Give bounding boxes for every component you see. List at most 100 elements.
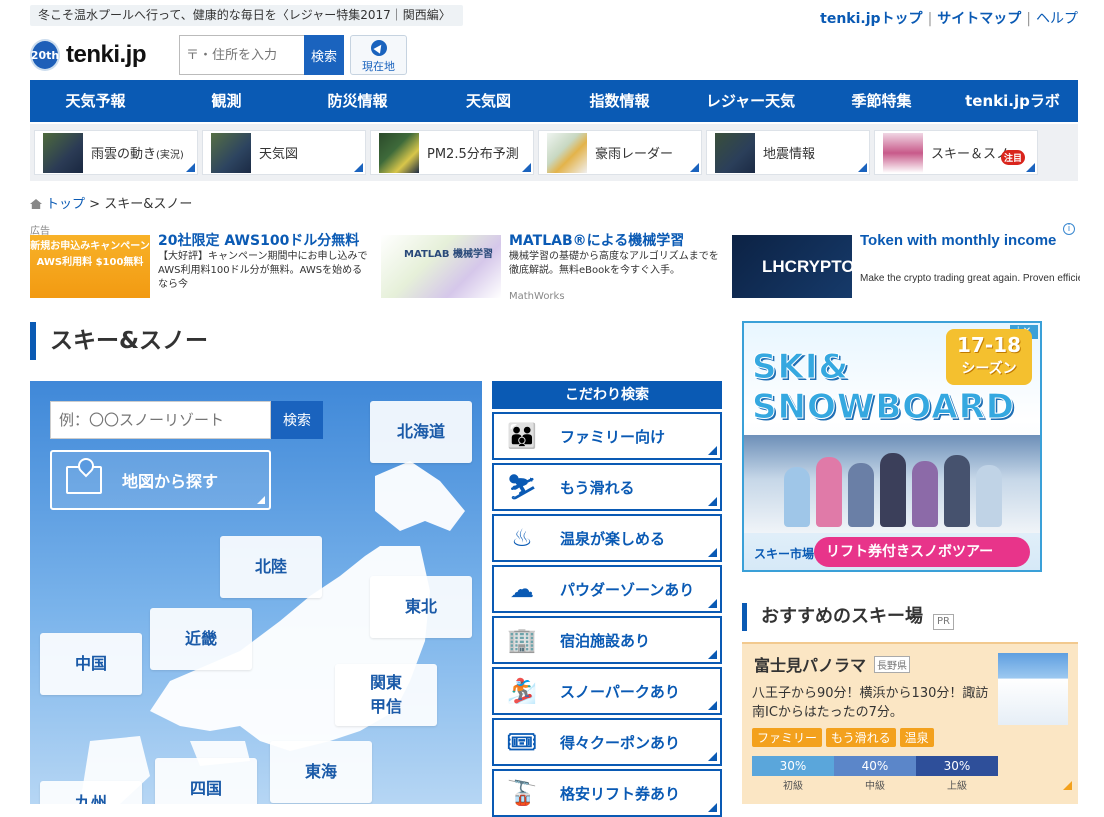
corner-arrow-icon xyxy=(708,701,717,710)
corner-arrow-icon xyxy=(708,548,717,557)
banner-tour-button[interactable]: リフト券付きスノボツアー xyxy=(814,537,1030,567)
region-hokuriku[interactable]: 北陸 xyxy=(220,536,322,598)
region-map: 検索 地図から探す 北海道 北陸 東北 近畿 中国 関東甲信 東海 四国 九州 xyxy=(30,381,482,804)
resort-name[interactable]: 富士見パノラマ 長野県 xyxy=(754,652,911,676)
skiers-photo xyxy=(744,435,1040,533)
subnav-heavy-rain-radar[interactable]: 豪雨レーダー xyxy=(538,130,702,175)
region-kanto-koshin[interactable]: 関東 甲信 xyxy=(335,664,437,726)
corner-arrow-icon xyxy=(708,497,717,506)
kodawari-lodging[interactable]: 🏢 宿泊施設あり xyxy=(492,616,722,664)
map-pin-icon xyxy=(66,466,102,494)
kodawari-cheap-lift[interactable]: 🚡 格安リフト券あり xyxy=(492,769,722,817)
skier-icon: ⛷ xyxy=(506,473,538,501)
corner-arrow-icon xyxy=(708,803,717,812)
ad-aws-title[interactable]: 20社限定 AWS100ドル分無料 xyxy=(158,230,359,250)
ski-snow-thumb xyxy=(883,132,923,173)
resort-search-input[interactable] xyxy=(50,401,271,439)
resort-search: 検索 xyxy=(50,401,323,439)
ski-tour-banner[interactable]: i ✕ SKI&SNOWBOARD 17-18シーズン スキー市場 リフト券付き… xyxy=(742,321,1042,572)
subnav-rain-cloud[interactable]: 雨雲の動き(実況) xyxy=(34,130,198,175)
subnav-weather-map[interactable]: 天気図 xyxy=(202,130,366,175)
top-notice-link[interactable]: 冬こそ温水プールへ行って、健康的な毎日を〈レジャー特集2017｜関西編〉 xyxy=(30,5,463,26)
ad-matlab-title[interactable]: MATLAB®による機械学習 xyxy=(509,230,684,250)
region-kinki[interactable]: 近畿 xyxy=(150,608,252,670)
kodawari-family[interactable]: 👪 ファミリー向け xyxy=(492,412,722,460)
snowboarder-icon: 🏂 xyxy=(507,677,537,705)
page-title: スキー&スノー xyxy=(30,322,208,360)
corner-arrow-icon xyxy=(708,599,717,608)
lift-icon: 🚡 xyxy=(507,779,537,807)
region-tohoku[interactable]: 東北 xyxy=(370,576,472,638)
gnav-disaster[interactable]: 防災情報 xyxy=(292,80,423,122)
kodawari-label: 温泉が楽しめる xyxy=(560,529,666,548)
ad-matlab-image[interactable]: MATLAB 機械学習 xyxy=(381,235,501,298)
sitemap-link[interactable]: サイトマップ xyxy=(937,11,1021,27)
ad-crypto-desc: Make the crypto trading great again. Pro… xyxy=(860,273,1080,284)
region-hokkaido[interactable]: 北海道 xyxy=(370,401,472,463)
kodawari-coupon[interactable]: 🎟 得々クーポンあり xyxy=(492,718,722,766)
tenki-top-link[interactable]: tenki.jpトップ xyxy=(820,11,922,27)
home-icon xyxy=(30,199,42,209)
kodawari-label: もう滑れる xyxy=(560,478,635,497)
top-links: tenki.jpトップ | サイトマップ | ヘルプ xyxy=(820,11,1078,27)
logo-mark-icon: 20th xyxy=(30,39,60,71)
gnav-index[interactable]: 指数情報 xyxy=(554,80,685,122)
resort-tags: ファミリー もう滑れる 温泉 xyxy=(752,728,938,747)
tag-open: もう滑れる xyxy=(826,728,896,747)
region-chugoku[interactable]: 中国 xyxy=(40,633,142,695)
recommend-title: おすすめのスキー場 PR xyxy=(742,603,954,631)
level-intermediate: 40% 中級 xyxy=(834,756,916,792)
global-nav: 天気予報 観測 防災情報 天気図 指数情報 レジャー天気 季節特集 tenki.… xyxy=(30,80,1078,122)
gnav-leisure[interactable]: レジャー天気 xyxy=(685,80,816,122)
breadcrumb-separator: > xyxy=(89,197,101,212)
gnav-observation[interactable]: 観測 xyxy=(161,80,292,122)
ticket-icon: 🎟 xyxy=(506,728,538,756)
kodawari-label: 格安リフト券あり xyxy=(560,784,681,803)
subnav-earthquake[interactable]: 地震情報 xyxy=(706,130,870,175)
corner-arrow-icon xyxy=(708,752,717,761)
region-shikoku[interactable]: 四国 xyxy=(155,758,257,804)
course-levels: 30% 初級 40% 中級 30% 上級 xyxy=(752,756,998,792)
ad-crypto-image[interactable]: LHCRYPTO xyxy=(732,235,855,298)
kodawari-snow-park[interactable]: 🏂 スノーパークあり xyxy=(492,667,722,715)
subnav-label: 豪雨レーダー xyxy=(595,147,674,162)
corner-arrow-icon xyxy=(522,163,531,172)
address-search-input[interactable] xyxy=(179,35,304,75)
ad-crypto-title[interactable]: Token with monthly income xyxy=(860,230,1060,252)
gnav-labo[interactable]: tenki.jpラボ xyxy=(947,80,1078,122)
resort-photo[interactable] xyxy=(998,653,1068,725)
ad-aws-image[interactable]: 新規お申込みキャンペーン AWS利用料 $100無料 xyxy=(30,235,150,298)
kodawari-search: こだわり検索 👪 ファミリー向け ⛷ もう滑れる ♨ 温泉が楽しめる ☁ パウダーゾーン… xyxy=(492,381,722,817)
kodawari-label: 宿泊施設あり xyxy=(560,631,651,650)
gnav-season[interactable]: 季節特集 xyxy=(816,80,947,122)
kodawari-header: こだわり検索 xyxy=(492,381,722,409)
resort-desc: 八王子から90分！横浜から130分！諏訪南ICからはたったの7分。 xyxy=(752,686,989,720)
address-search-button[interactable]: 検索 xyxy=(304,35,344,75)
gnav-weather-map[interactable]: 天気図 xyxy=(423,80,554,122)
kodawari-hot-spring[interactable]: ♨ 温泉が楽しめる xyxy=(492,514,722,562)
subnav-pm25[interactable]: PM2.5分布予測 xyxy=(370,130,534,175)
breadcrumb-home[interactable]: トップ xyxy=(46,197,85,212)
resort-search-button[interactable]: 検索 xyxy=(271,401,323,439)
corner-arrow-icon xyxy=(708,650,717,659)
ad-aws-desc: 【大好評】キャンペーン期間中にお申し込みでAWS利用料100ドル分が無料。AWS… xyxy=(158,251,368,290)
site-logo[interactable]: 20th tenki.jp xyxy=(30,37,147,73)
ad-info-icon[interactable]: i xyxy=(1063,223,1075,235)
kodawari-open-now[interactable]: ⛷ もう滑れる xyxy=(492,463,722,511)
region-kyushu[interactable]: 九州 xyxy=(40,781,142,804)
subnav-ski-snow[interactable]: スキー＆スノー 注目 xyxy=(874,130,1038,175)
hot-badge: 注目 xyxy=(1000,150,1025,165)
subnav-label: PM2.5分布予測 xyxy=(427,147,519,162)
earthquake-thumb xyxy=(715,132,755,173)
corner-arrow-icon xyxy=(1026,163,1035,172)
recommend-card[interactable]: 富士見パノラマ 長野県 八王子から90分！横浜から130分！諏訪南ICからはたった… xyxy=(742,642,1078,804)
current-location-button[interactable]: 現在地 xyxy=(350,35,407,75)
kodawari-powder[interactable]: ☁ パウダーゾーンあり xyxy=(492,565,722,613)
help-link[interactable]: ヘルプ xyxy=(1036,11,1078,27)
find-from-map-button[interactable]: 地図から探す xyxy=(50,450,271,510)
region-tokai[interactable]: 東海 xyxy=(270,741,372,803)
level-beginner: 30% 初級 xyxy=(752,756,834,792)
season-badge: 17-18 シーズン xyxy=(946,329,1032,385)
pr-badge: PR xyxy=(933,614,954,630)
gnav-forecast[interactable]: 天気予報 xyxy=(30,80,161,122)
